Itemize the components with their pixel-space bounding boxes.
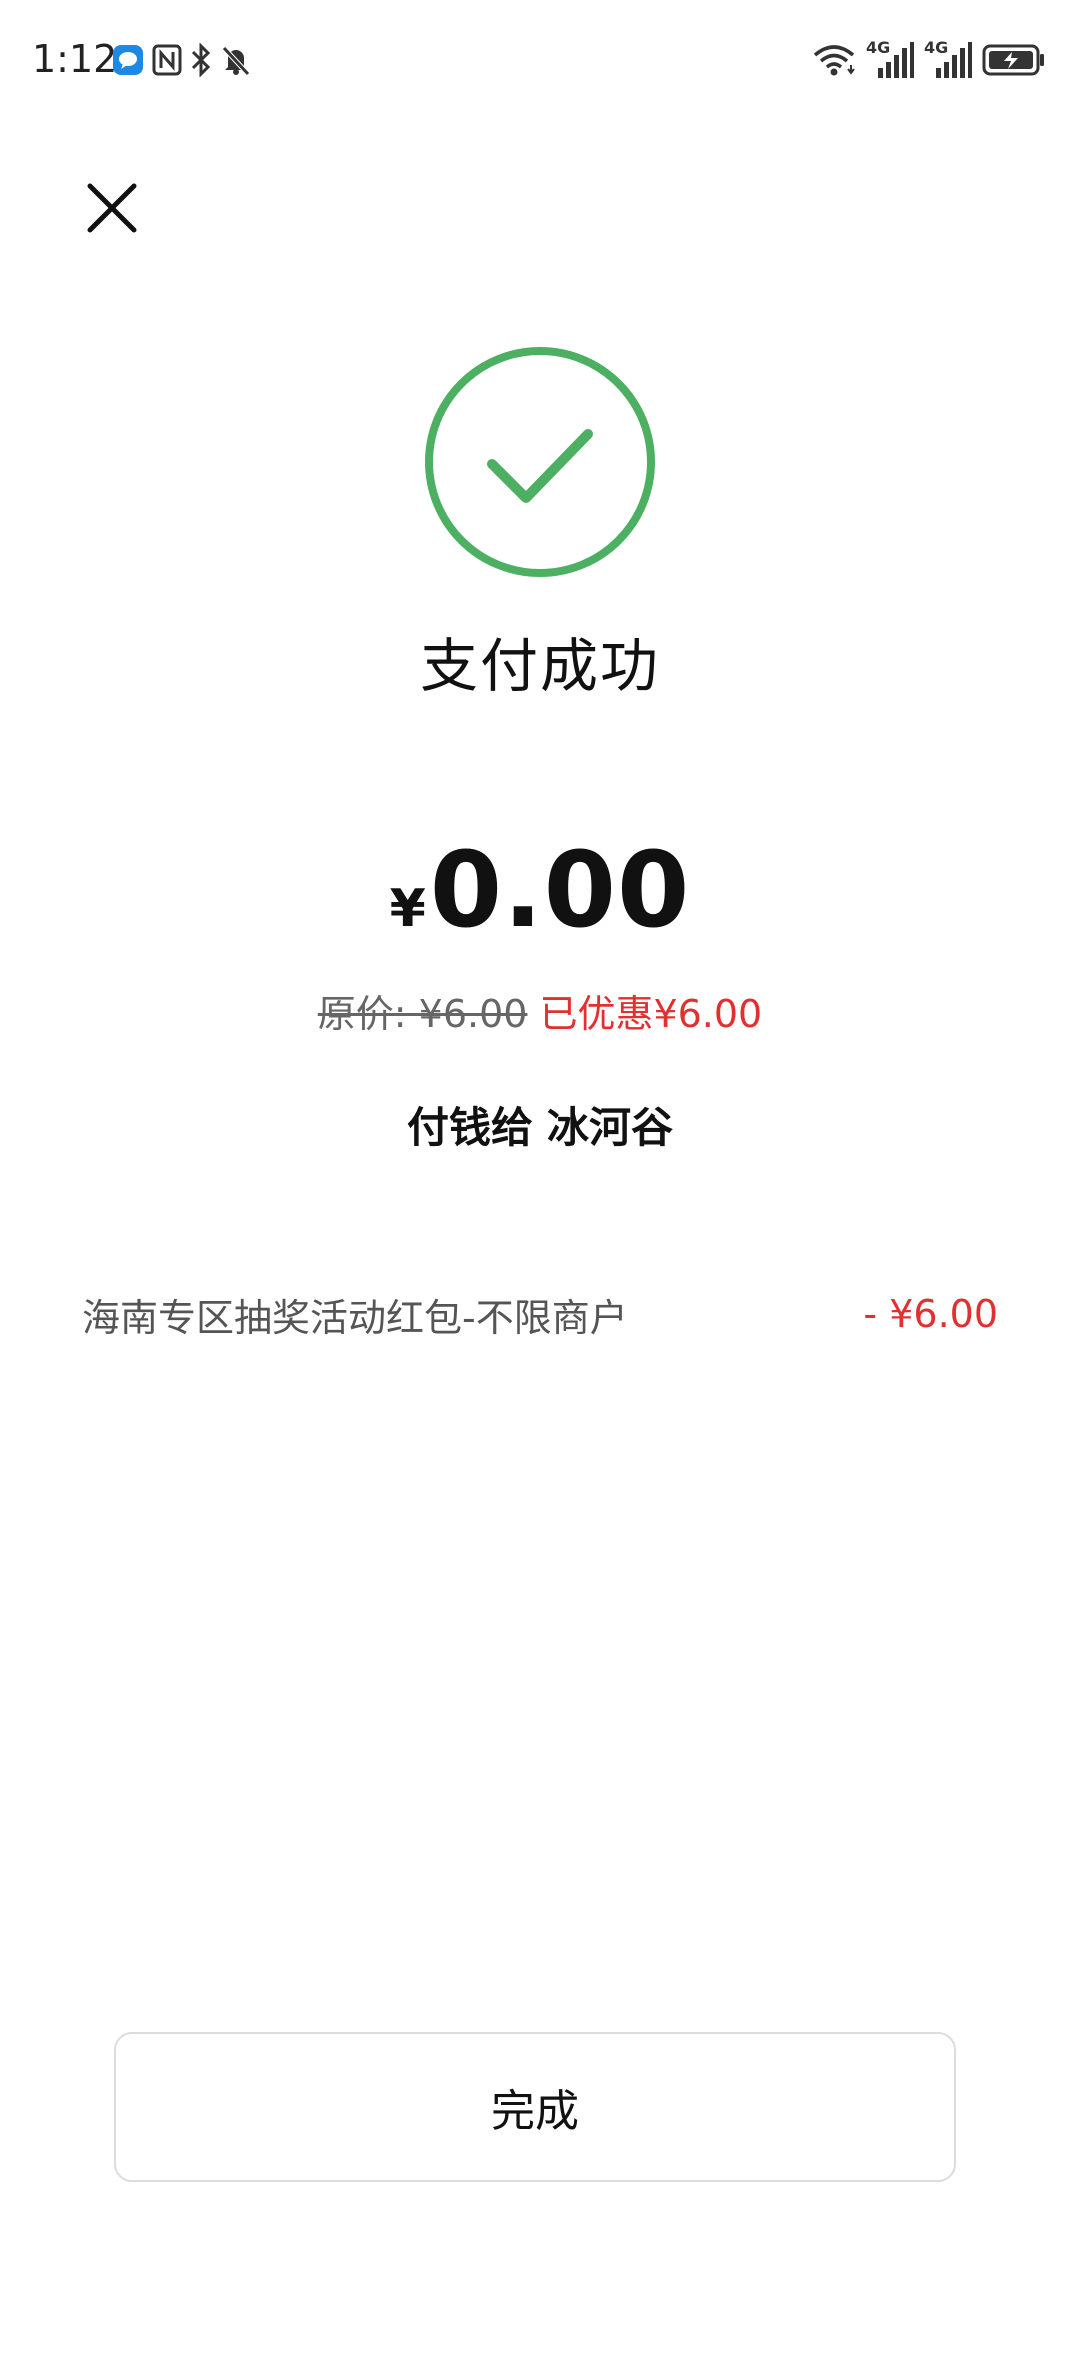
coupon-amount: - ¥6.00 — [863, 1292, 998, 1336]
bluetooth-icon — [190, 43, 212, 77]
currency-symbol: ¥ — [389, 879, 426, 939]
coupon-name: 海南专区抽奖活动红包-不限商户 — [82, 1295, 628, 1340]
mute-bell-icon — [220, 44, 252, 76]
battery-charging-icon — [982, 43, 1046, 77]
discount-amount: 已优惠¥6.00 — [539, 992, 763, 1036]
discount-info: 原价: ¥6.00 已优惠¥6.00 — [0, 986, 1080, 1042]
status-time: 1:12 — [32, 37, 118, 81]
payee-label: 付钱给 — [406, 1103, 533, 1152]
chat-bubble-icon — [112, 44, 144, 76]
check-circle-icon — [422, 344, 658, 580]
amount-value: 0.00 — [429, 829, 691, 951]
status-bar: 1:12 4G 4G — [0, 0, 1080, 116]
done-button-label: 完成 — [491, 2086, 579, 2137]
coupon-item: 海南专区抽奖活动红包-不限商户 - ¥6.00 — [82, 1284, 998, 1344]
paid-amount: ¥0.00 — [0, 830, 1080, 981]
close-button[interactable] — [80, 176, 144, 240]
status-right-icons: 4G 4G — [812, 38, 1046, 82]
close-icon — [87, 183, 137, 233]
nfc-icon — [152, 44, 182, 76]
signal-4g-icon: 4G — [924, 40, 972, 80]
signal-4g-icon: 4G — [866, 40, 914, 80]
done-button[interactable]: 完成 — [114, 2032, 956, 2182]
payment-success-title: 支付成功 — [419, 632, 660, 700]
network-type-label: 4G — [866, 38, 891, 57]
payee-name: 冰河谷 — [547, 1103, 674, 1152]
payee-info: 付钱给 冰河谷 — [0, 1098, 1080, 1158]
wifi-icon — [812, 43, 856, 77]
status-left-icons — [112, 40, 252, 80]
network-type-label: 4G — [924, 38, 949, 57]
original-price: 原价: ¥6.00 — [317, 992, 528, 1036]
